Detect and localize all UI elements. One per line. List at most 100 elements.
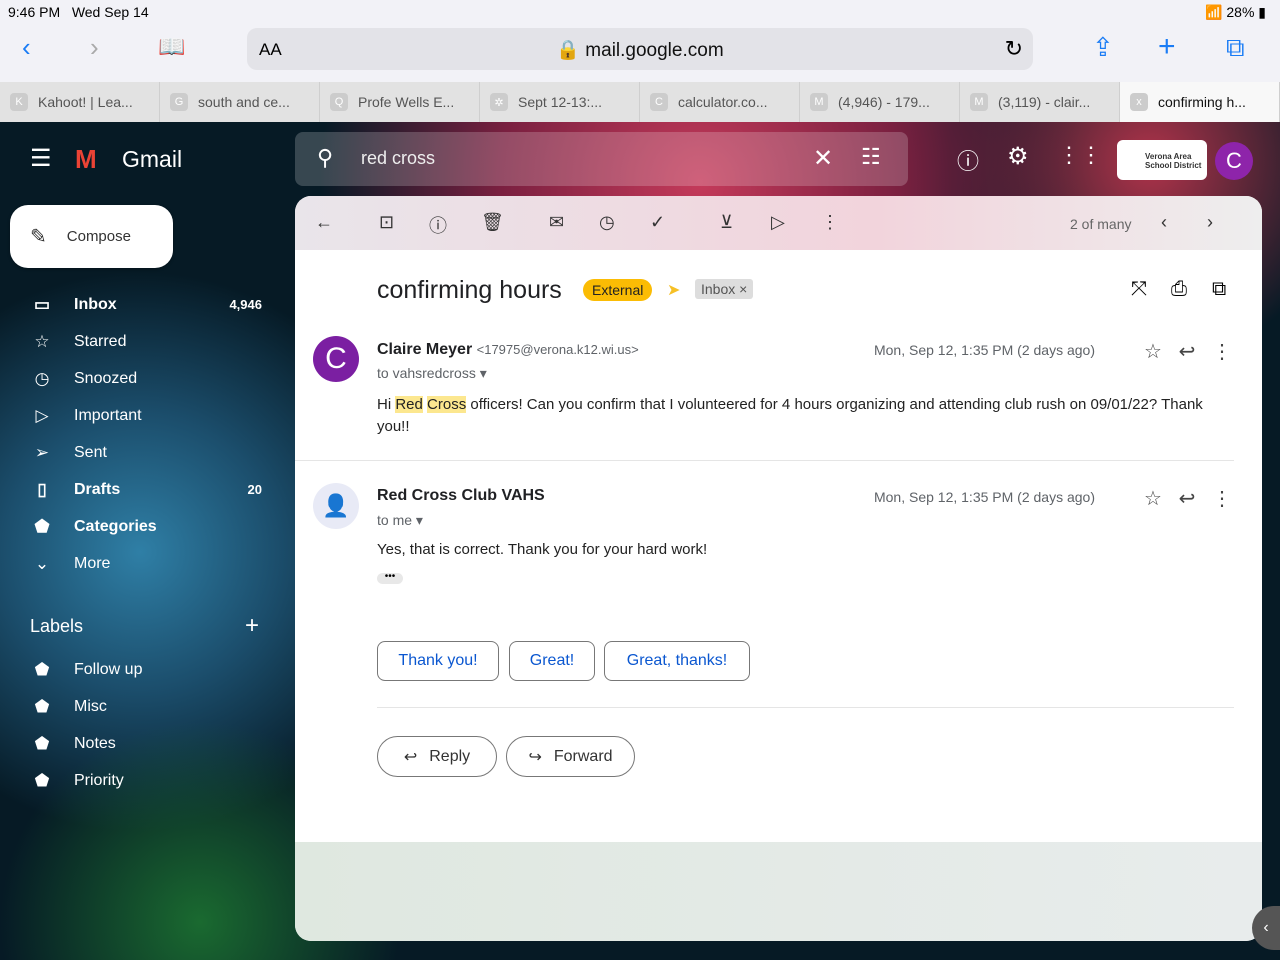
search-icon[interactable]: ⚲ (317, 145, 333, 171)
address-bar[interactable]: AA 🔒 mail.google.com ↻ (247, 28, 1033, 70)
reload-icon[interactable]: ↻ (1005, 36, 1023, 62)
label-item[interactable]: ⬟ Misc (0, 688, 290, 725)
message-body: Hi Red Cross officers! Can you confirm t… (377, 396, 1203, 435)
battery-level: 28% (1226, 4, 1255, 20)
forward-icon: ↪ (528, 748, 542, 766)
compose-button[interactable]: ✎ Compose (10, 205, 173, 268)
snooze-icon[interactable]: ◷ (599, 212, 615, 233)
label-icon[interactable]: ▷ (771, 212, 785, 233)
apps-icon[interactable]: ⋮⋮ (1058, 142, 1102, 168)
report-spam-icon[interactable]: ⓘ (429, 212, 447, 238)
recipients-toggle[interactable]: to me ▾ (377, 512, 423, 529)
browser-tab[interactable]: M (4,946) - 179... (800, 82, 960, 122)
browser-tab[interactable]: Q Profe Wells E... (320, 82, 480, 122)
open-new-window-icon[interactable]: ⧉ (1212, 278, 1226, 301)
add-task-icon[interactable]: ✓ (650, 212, 665, 233)
search-bar[interactable]: ⚲ red cross ✕ ☷ (295, 132, 908, 186)
show-trimmed-icon[interactable]: ••• (377, 572, 403, 584)
status-time: 9:46 PM Wed Sep 14 (8, 4, 149, 20)
add-label-icon[interactable]: + (245, 612, 259, 640)
sidebar-item-drafts[interactable]: ▯ Drafts 20 (0, 471, 290, 508)
settings-icon[interactable]: ⚙ (1007, 142, 1029, 171)
search-options-icon[interactable]: ☷ (861, 144, 881, 170)
newer-icon[interactable]: ‹ (1161, 212, 1167, 233)
tabs-icon[interactable]: ⧉ (1226, 32, 1245, 64)
older-icon[interactable]: › (1207, 212, 1213, 233)
share-icon[interactable]: ⇪ (1092, 32, 1114, 63)
move-to-icon[interactable]: ⊻ (720, 212, 733, 233)
sidebar-item-starred[interactable]: ☆ Starred (0, 323, 290, 360)
tab-bar: K Kahoot! | Lea... Gsouth and ce... Q Profe … (0, 82, 1280, 122)
browser-tab[interactable]: K Kahoot! | Lea... (0, 82, 160, 122)
more-options-icon[interactable]: ⋮ (1212, 341, 1232, 363)
importance-marker-icon[interactable]: ➤ (667, 280, 680, 300)
more-icon[interactable]: ⋮ (821, 212, 839, 233)
nav-icon: ➢ (34, 442, 50, 462)
label-item[interactable]: ⬟ Notes (0, 725, 290, 762)
new-tab-icon[interactable]: + (1158, 30, 1176, 64)
account-avatar[interactable]: C (1215, 142, 1253, 180)
label-item[interactable]: ⬟ Follow up (0, 651, 290, 688)
browser-tab[interactable]: Ccalculator.co... (640, 82, 800, 122)
sidebar-item-categories[interactable]: ⬟ Categories (0, 508, 290, 545)
inbox-label[interactable]: Inbox × (695, 279, 754, 299)
reply-button[interactable]: ↩ Reply (377, 736, 497, 777)
gmail-logo[interactable]: Gmail (122, 146, 182, 173)
forward-icon[interactable]: › (90, 32, 99, 63)
archive-icon[interactable]: ⊡ (379, 212, 394, 233)
default-avatar-icon: 👤 (313, 483, 359, 529)
star-icon[interactable]: ☆ (1144, 488, 1162, 510)
forward-button[interactable]: ↪ Forward (506, 736, 635, 777)
message-date: Mon, Sep 12, 1:35 PM (2 days ago) (873, 342, 1095, 358)
reply-icon[interactable]: ↩ (1179, 488, 1196, 510)
more-options-icon[interactable]: ⋮ (1212, 488, 1232, 510)
print-icon[interactable]: ⎙ (1171, 278, 1187, 301)
search-input[interactable]: red cross (361, 148, 435, 169)
gmail-header: ☰ M Gmail ⚲ red cross ✕ ☷ ⓘ ⚙ ⋮⋮ Verona … (0, 122, 1280, 198)
nav-icon: ▯ (37, 479, 47, 499)
smart-reply-1[interactable]: Thank you! (377, 641, 499, 681)
sender-avatar: C (313, 336, 359, 382)
recipients-toggle[interactable]: to vahsredcross ▾ (377, 365, 487, 382)
bookmarks-icon[interactable]: 📖 (158, 34, 185, 60)
sender-name: Claire Meyer (377, 341, 473, 358)
smart-reply-3[interactable]: Great, thanks! (604, 641, 750, 681)
sidebar-item-important[interactable]: ▷ Important (0, 397, 290, 434)
browser-tab[interactable]: M (3,119) - clair... (960, 82, 1120, 122)
smart-reply-2[interactable]: Great! (509, 641, 595, 681)
label-icon: ⬟ (34, 733, 50, 753)
star-icon[interactable]: ☆ (1144, 341, 1162, 363)
subject: confirming hours (377, 276, 562, 304)
reply-icon[interactable]: ↩ (1179, 341, 1196, 363)
help-icon[interactable]: ⓘ (957, 144, 979, 176)
message-panel: ← ⊡ ⓘ 🗑 ✉ ◷ ✓ ⊻ ▷ ⋮ 2 of many ‹ › confir… (295, 196, 1262, 941)
divider (295, 460, 1234, 461)
menu-icon[interactable]: ☰ (30, 144, 52, 173)
favicon-icon: x (1130, 93, 1148, 111)
nav-icon: ▷ (35, 405, 49, 425)
message-toolbar: ← ⊡ ⓘ 🗑 ✉ ◷ ✓ ⊻ ▷ ⋮ 2 of many ‹ › (295, 196, 1262, 250)
sender-email: <17975@verona.k12.wi.us> (476, 342, 639, 357)
sidebar-item-snoozed[interactable]: ◷ Snoozed (0, 360, 290, 397)
panel-footer (295, 842, 1262, 941)
label-item[interactable]: ⬟ Priority (0, 762, 290, 799)
status-bar: 9:46 PM Wed Sep 14 📶 28% ▮ (0, 0, 1280, 24)
back-to-list-icon[interactable]: ← (315, 212, 333, 233)
sidebar-item-inbox[interactable]: ▭ Inbox 4,946 (0, 286, 290, 323)
message-body: Yes, that is correct. Thank you for your… (377, 541, 708, 558)
browser-tab[interactable]: x confirming h... (1120, 82, 1280, 122)
message-date: Mon, Sep 12, 1:35 PM (2 days ago) (873, 489, 1095, 505)
clear-search-icon[interactable]: ✕ (813, 144, 833, 173)
labels-heading: Labels (30, 616, 84, 636)
sidebar-item-sent[interactable]: ➢ Sent (0, 434, 290, 471)
favicon-icon: G (170, 93, 188, 111)
sidebar-item-more[interactable]: ⌄ More (0, 545, 290, 582)
back-icon[interactable]: ‹ (22, 32, 31, 63)
collapse-all-icon[interactable]: ⤧ (1131, 278, 1147, 301)
browser-toolbar: ‹ › 📖 AA 🔒 mail.google.com ↻ ⇪ + ⧉ (0, 24, 1280, 82)
mark-unread-icon[interactable]: ✉ (549, 212, 564, 233)
delete-icon[interactable]: 🗑 (481, 212, 504, 233)
favicon-icon: K (10, 93, 28, 111)
browser-tab[interactable]: Gsouth and ce... (160, 82, 320, 122)
browser-tab[interactable]: ✲ Sept 12-13:... (480, 82, 640, 122)
